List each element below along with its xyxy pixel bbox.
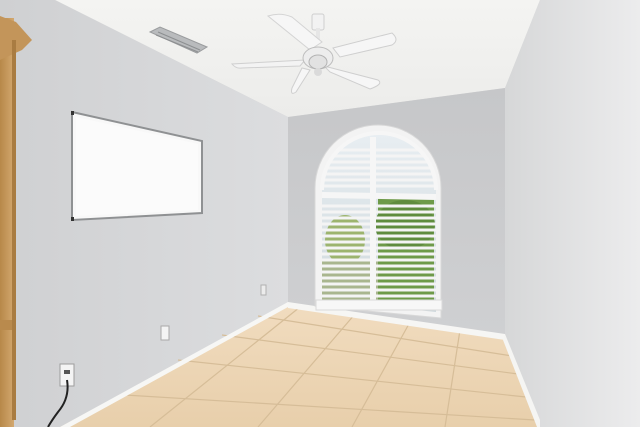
wall-outlet-small bbox=[260, 284, 267, 296]
electrical-outlet bbox=[160, 325, 170, 341]
room-illustration bbox=[0, 0, 640, 427]
arched-window bbox=[314, 124, 443, 319]
right-wall bbox=[505, 0, 640, 427]
empty-room-photo bbox=[0, 0, 640, 427]
